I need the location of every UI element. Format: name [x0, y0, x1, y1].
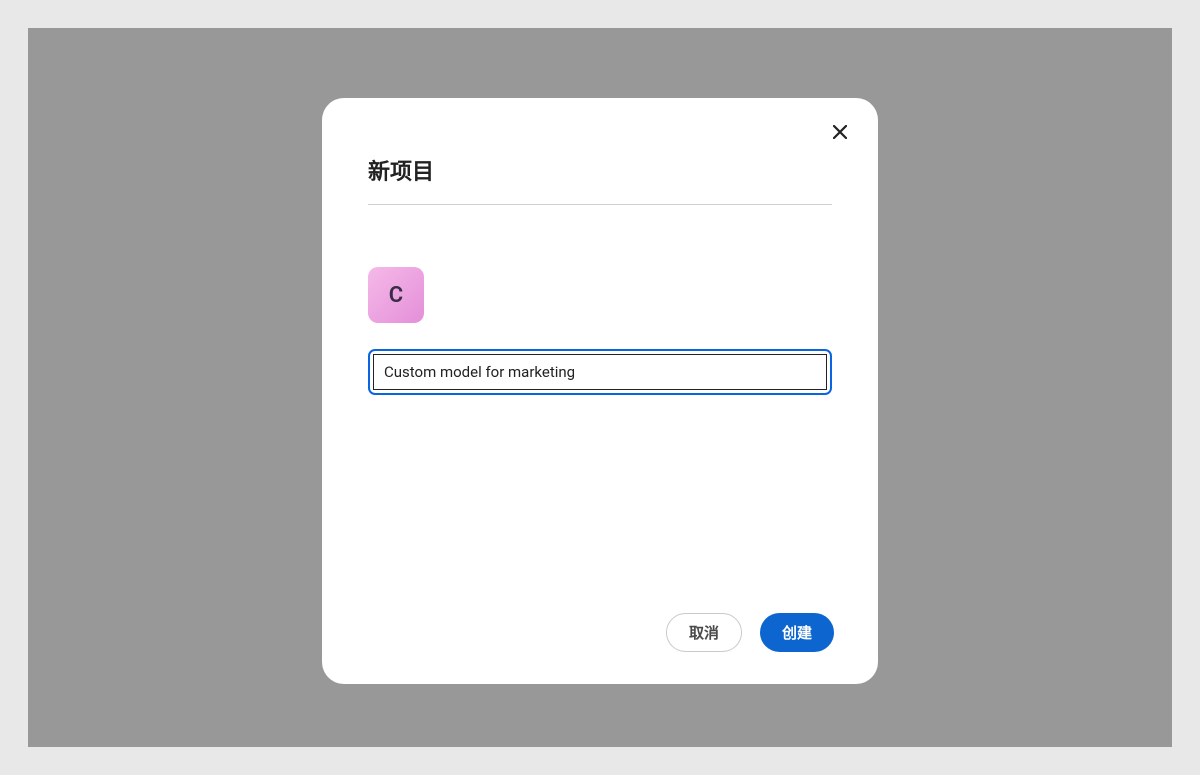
avatar-letter: C [389, 283, 403, 308]
cancel-button[interactable]: 取消 [666, 613, 742, 652]
create-button[interactable]: 创建 [760, 613, 834, 652]
project-name-field [368, 349, 832, 395]
close-icon [833, 125, 847, 139]
project-name-input[interactable] [373, 354, 827, 390]
project-name-focus-ring [368, 349, 832, 395]
modal-backdrop: 新项目 C 取消 创建 [28, 28, 1172, 747]
project-avatar[interactable]: C [368, 267, 424, 323]
modal-title: 新项目 [368, 154, 832, 186]
close-button[interactable] [830, 122, 850, 142]
modal-content: C [368, 205, 832, 613]
button-row: 取消 创建 [368, 613, 834, 652]
new-project-modal: 新项目 C 取消 创建 [322, 98, 878, 684]
